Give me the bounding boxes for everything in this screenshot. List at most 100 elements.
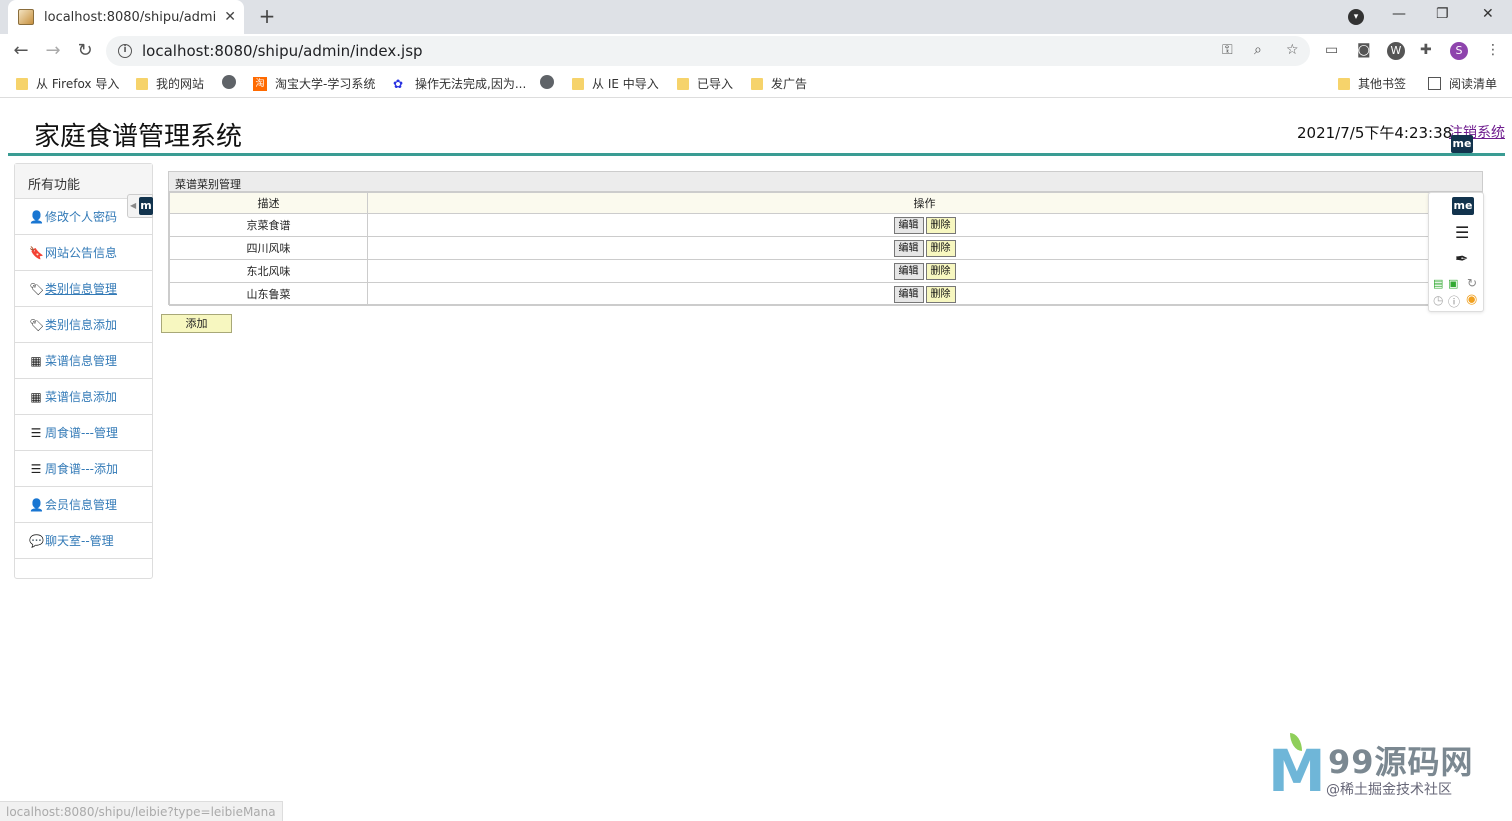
bookmark-item[interactable]: 从 IE 中导入 xyxy=(572,75,659,92)
edit-button[interactable]: 编辑 xyxy=(893,216,924,234)
tags-icon: 🏷 xyxy=(29,317,45,332)
edit-button[interactable]: 编辑 xyxy=(893,239,924,257)
current-datetime: 2021/7/5下午4:23:38 xyxy=(1297,124,1453,142)
puzzle-icon[interactable]: ✚ xyxy=(1420,42,1432,58)
address-url[interactable]: localhost:8080/shipu/admin/index.jsp xyxy=(142,42,423,60)
bookmark-item[interactable]: 已导入 xyxy=(677,75,733,92)
site-info-icon[interactable]: i xyxy=(118,44,132,58)
browser-toolbar: ← → ↻ i localhost:8080/shipu/admin/index… xyxy=(0,34,1512,68)
sidebar-item-member-manage[interactable]: 👤 会员信息管理 xyxy=(15,487,152,523)
bookmark-item[interactable] xyxy=(222,75,244,89)
table-row: 四川风味 编辑 删除 xyxy=(169,236,1482,260)
row-actions: 编辑 删除 xyxy=(367,213,1482,237)
star-icon[interactable]: ☆ xyxy=(1286,42,1299,58)
delete-button[interactable]: 删除 xyxy=(925,216,956,234)
taobao-icon: 淘 xyxy=(253,76,267,91)
bookmark-item[interactable]: 从 Firefox 导入 xyxy=(16,75,119,92)
forward-arrow-icon[interactable]: → xyxy=(42,40,64,61)
refresh-icon[interactable]: ↻ xyxy=(1467,276,1477,290)
folder-icon xyxy=(1338,77,1350,90)
browser-tab[interactable]: localhost:8080/shipu/admin/in ✕ xyxy=(8,0,244,34)
sidebar-item-weekly-add[interactable]: ☰ 周食谱---添加 xyxy=(15,451,152,487)
bookmark-item[interactable]: 我的网站 xyxy=(136,75,204,92)
delete-button[interactable]: 删除 xyxy=(925,285,956,303)
folder-icon xyxy=(572,77,584,90)
folder-icon xyxy=(136,77,148,90)
tab-search-icon[interactable]: ▾ xyxy=(1348,9,1364,25)
category-manage-panel: 菜谱菜别管理 描述 操作 京菜食谱 编辑 删除 四川风味 编辑 删除 东北风味 编辑… xyxy=(168,171,1483,306)
sidebar-item-chat-manage[interactable]: 💬 聊天室--管理 xyxy=(15,523,152,559)
cast-icon[interactable]: ▭ xyxy=(1325,42,1338,58)
bookmark-icon: 🔖 xyxy=(29,245,44,260)
category-name: 东北风味 xyxy=(169,259,368,283)
delete-button[interactable]: 删除 xyxy=(925,262,956,280)
list-icon: ☰ xyxy=(30,425,42,440)
category-name: 山东鲁菜 xyxy=(169,282,368,306)
add-category-button[interactable]: 添加 xyxy=(161,314,232,333)
bookmark-item[interactable] xyxy=(540,75,562,89)
sidebar-menu: 所有功能 👤 修改个人密码 🔖 网站公告信息 🏷 类别信息管理 🏷 类别信息添加 ▦ 菜谱… xyxy=(14,163,153,579)
comment-icon: 💬 xyxy=(29,533,44,548)
list-icon: ☰ xyxy=(30,461,42,476)
watermark-subtext: @稀土掘金技术社区 xyxy=(1326,782,1452,798)
edit-button[interactable]: 编辑 xyxy=(893,285,924,303)
window-minimize-button[interactable]: — xyxy=(1392,6,1406,22)
globe-icon xyxy=(540,75,554,89)
window-restore-button[interactable]: ❐ xyxy=(1436,6,1449,22)
sidebar-item-category-add[interactable]: 🏷 类别信息添加 xyxy=(15,307,152,343)
sidebar-item-category-manage[interactable]: 🏷 类别信息管理 xyxy=(15,271,152,307)
row-actions: 编辑 删除 xyxy=(367,259,1482,283)
rss-icon[interactable]: ▤ xyxy=(1433,277,1443,290)
sidebar-collapse-tab[interactable]: ◀ m xyxy=(127,194,153,218)
extension-tool-panel: me ☰ ✒ ▤ ▣ ↻ ◷ ⓘ ◉ xyxy=(1428,192,1484,312)
table-row: 京菜食谱 编辑 删除 xyxy=(169,213,1482,237)
sidebar-item-announcements[interactable]: 🔖 网站公告信息 xyxy=(15,235,152,271)
reading-list[interactable]: 阅读清单 xyxy=(1428,75,1497,92)
folder-icon xyxy=(677,77,689,90)
w-extension-icon[interactable]: W xyxy=(1387,42,1405,60)
bookmark-item[interactable]: ✿ 操作无法完成,因为... xyxy=(393,75,526,92)
address-bar[interactable]: i localhost:8080/shipu/admin/index.jsp xyxy=(106,36,1310,66)
alert-icon[interactable]: ⓘ xyxy=(1448,293,1460,310)
camera-icon[interactable]: ◙ xyxy=(1357,42,1371,58)
new-tab-button[interactable]: + xyxy=(256,4,278,28)
sidebar-item-weekly-manage[interactable]: ☰ 周食谱---管理 xyxy=(15,415,152,451)
me-extension-icon[interactable]: me xyxy=(1452,197,1474,215)
page-header: 家庭食谱管理系统 2021/7/5下午4:23:38 注销系统 xyxy=(8,102,1505,156)
other-bookmarks[interactable]: 其他书签 xyxy=(1338,75,1406,92)
reload-icon[interactable]: ↻ xyxy=(74,40,96,61)
delete-button[interactable]: 删除 xyxy=(925,239,956,257)
magic-wand-icon[interactable]: ✒ xyxy=(1455,249,1468,268)
hamburger-menu-icon[interactable]: ☰ xyxy=(1455,223,1469,242)
window-close-button[interactable]: ✕ xyxy=(1482,6,1494,22)
watermark-logo: M 99源码网 @稀土掘金技术社区 xyxy=(1268,733,1508,805)
cast-screen-icon[interactable]: ▣ xyxy=(1448,277,1458,290)
clock-icon[interactable]: ◷ xyxy=(1433,293,1443,307)
key-icon[interactable]: ⚿ xyxy=(1222,42,1233,58)
row-actions: 编辑 删除 xyxy=(367,282,1482,306)
category-name: 京菜食谱 xyxy=(169,213,368,237)
menu-dots-icon[interactable]: ⋮ xyxy=(1486,42,1500,58)
row-actions: 编辑 删除 xyxy=(367,236,1482,260)
baidu-paw-icon: ✿ xyxy=(393,76,404,91)
sidebar-item-recipe-add[interactable]: ▦ 菜谱信息添加 xyxy=(15,379,152,415)
bookmark-item[interactable]: 发广告 xyxy=(751,75,807,92)
user-icon: 👤 xyxy=(29,209,44,224)
watermark-brand: 99源码网 xyxy=(1328,743,1474,781)
back-arrow-icon[interactable]: ← xyxy=(10,40,32,61)
folder-icon xyxy=(16,77,28,90)
eye-icon[interactable]: ◉ xyxy=(1466,292,1477,307)
profile-avatar[interactable]: S xyxy=(1450,42,1468,60)
page-favicon-icon xyxy=(18,9,34,25)
me-extension-icon[interactable]: m xyxy=(139,197,153,215)
zoom-icon[interactable]: ⌕ xyxy=(1254,42,1262,58)
me-extension-icon[interactable]: me xyxy=(1451,135,1473,153)
bookmark-item[interactable]: 淘淘宝大学-学习系统 xyxy=(253,75,375,92)
browser-tabstrip: localhost:8080/shipu/admin/in ✕ + ▾ — ❐ … xyxy=(0,0,1512,34)
sidebar-item-recipe-manage[interactable]: ▦ 菜谱信息管理 xyxy=(15,343,152,379)
edit-button[interactable]: 编辑 xyxy=(893,262,924,280)
tab-close-icon[interactable]: ✕ xyxy=(224,9,236,25)
reading-list-icon xyxy=(1428,77,1441,90)
globe-icon xyxy=(222,75,236,89)
link-status-bar: localhost:8080/shipu/leibie?type=leibieM… xyxy=(0,801,283,821)
